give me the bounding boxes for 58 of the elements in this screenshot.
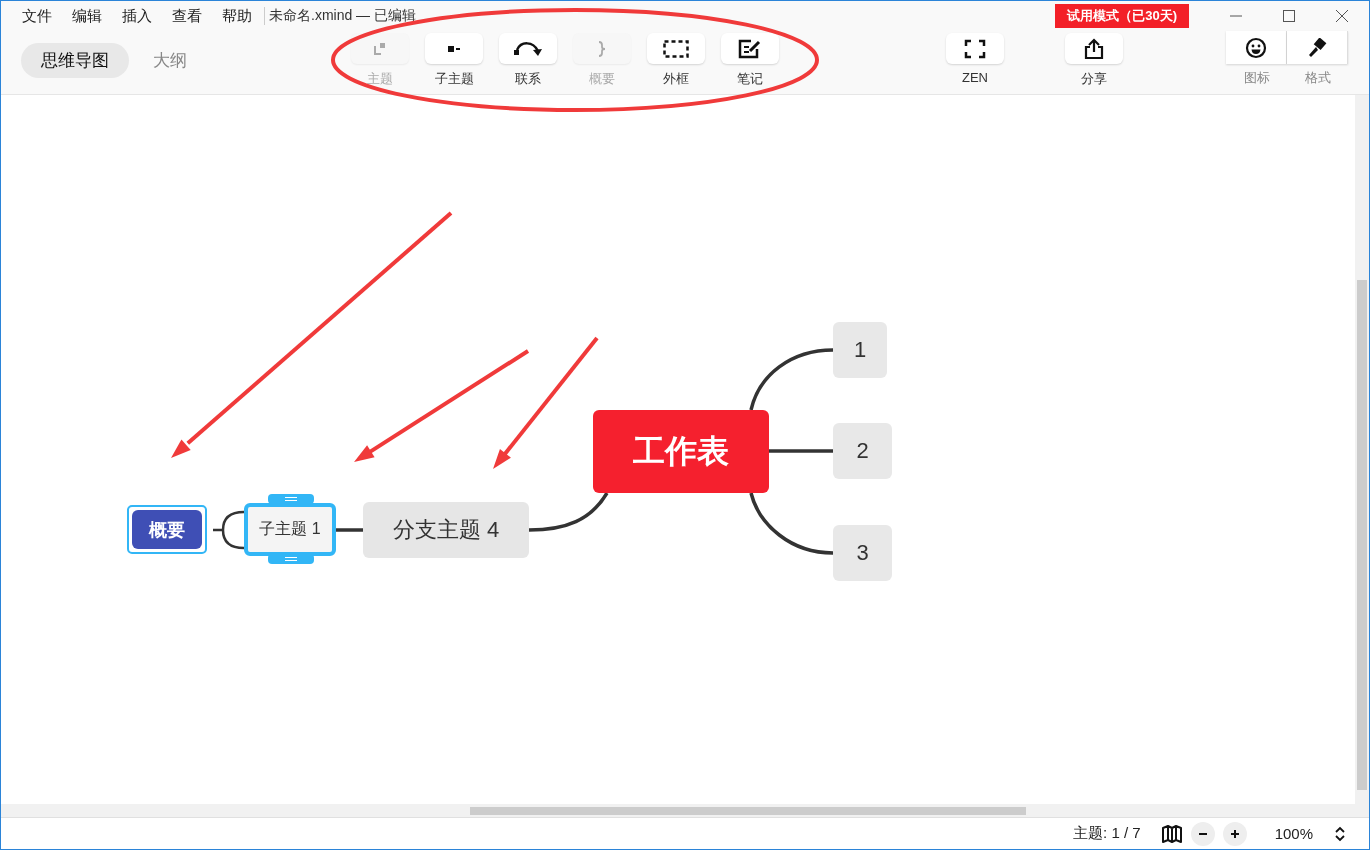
toolbar-button[interactable]	[425, 33, 483, 64]
toolbar-label: 概要	[589, 70, 615, 88]
central-topic[interactable]: 工作表	[593, 410, 769, 493]
toolbar-label: 分享	[1081, 70, 1107, 88]
panel-toggle-label: 图标	[1243, 69, 1270, 87]
note-icon	[738, 38, 762, 59]
menu-item[interactable]: 插入	[122, 6, 152, 26]
brush-icon	[1306, 37, 1328, 58]
plus-icon	[1229, 828, 1240, 839]
panel-toggle-button[interactable]	[1287, 31, 1348, 64]
menu-item[interactable]: 查看	[172, 6, 202, 26]
topic-count: 主题: 1 / 7	[1073, 824, 1141, 843]
toolbar-button[interactable]	[946, 33, 1004, 64]
main-topic[interactable]: 2	[833, 423, 892, 479]
menu-item[interactable]: 文件	[22, 6, 52, 26]
toolbar-button[interactable]	[647, 33, 705, 64]
subtopic-icon	[447, 44, 461, 53]
trial-badge: 试用模式（已30天)	[1055, 4, 1189, 28]
toolbar-button[interactable]	[721, 33, 779, 64]
drag-handle[interactable]	[268, 494, 314, 504]
panel-toggle-button[interactable]	[1226, 31, 1287, 64]
zoom-in-button[interactable]	[1222, 821, 1247, 846]
close-icon[interactable]	[1335, 9, 1349, 23]
dashed-rect-icon	[663, 39, 689, 58]
toolbar-label: 联系	[515, 70, 541, 88]
fullscreen-icon	[964, 38, 986, 59]
main-topic[interactable]: 1	[833, 322, 887, 378]
view-tab[interactable]: 思维导图	[21, 43, 129, 78]
up-down-icon[interactable]	[1335, 825, 1345, 842]
subtopic[interactable]: 子主题 1	[244, 503, 336, 556]
menu-item[interactable]: 编辑	[72, 6, 102, 26]
brace-icon	[598, 40, 606, 57]
vertical-scrollbar[interactable]	[1355, 95, 1369, 817]
branch-topic[interactable]: 分支主题 4	[363, 502, 529, 558]
toolbar-button[interactable]	[1065, 33, 1123, 64]
summary-brace	[211, 510, 246, 550]
panel-toggle-label: 格式	[1304, 69, 1331, 87]
toolbar-label: ZEN	[962, 70, 988, 85]
maximize-icon[interactable]	[1282, 9, 1296, 23]
toolbar-label: 子主题	[434, 70, 474, 88]
menu-item[interactable]: 帮助	[222, 6, 252, 26]
zoom-out-button[interactable]	[1190, 821, 1215, 846]
main-topic[interactable]: 3	[833, 525, 892, 581]
window-title: 未命名.xmind — 已编辑	[269, 7, 416, 25]
share-icon	[1084, 37, 1104, 60]
topic-icon	[373, 41, 387, 56]
map-icon[interactable]	[1160, 824, 1183, 843]
toolbar-label: 笔记	[737, 70, 763, 88]
connector-line	[769, 449, 833, 453]
toolbar-label: 主题	[367, 70, 393, 88]
smiley-icon	[1245, 36, 1267, 59]
toolbar-button[interactable]	[499, 33, 557, 64]
toolbar-label: 外框	[663, 70, 689, 88]
connector-line	[336, 528, 363, 532]
summary-topic[interactable]: 概要	[132, 510, 202, 549]
zoom-level[interactable]: 100%	[1274, 825, 1313, 842]
curved-arrow-icon	[513, 40, 543, 57]
horizontal-scrollbar[interactable]	[1, 804, 1355, 817]
